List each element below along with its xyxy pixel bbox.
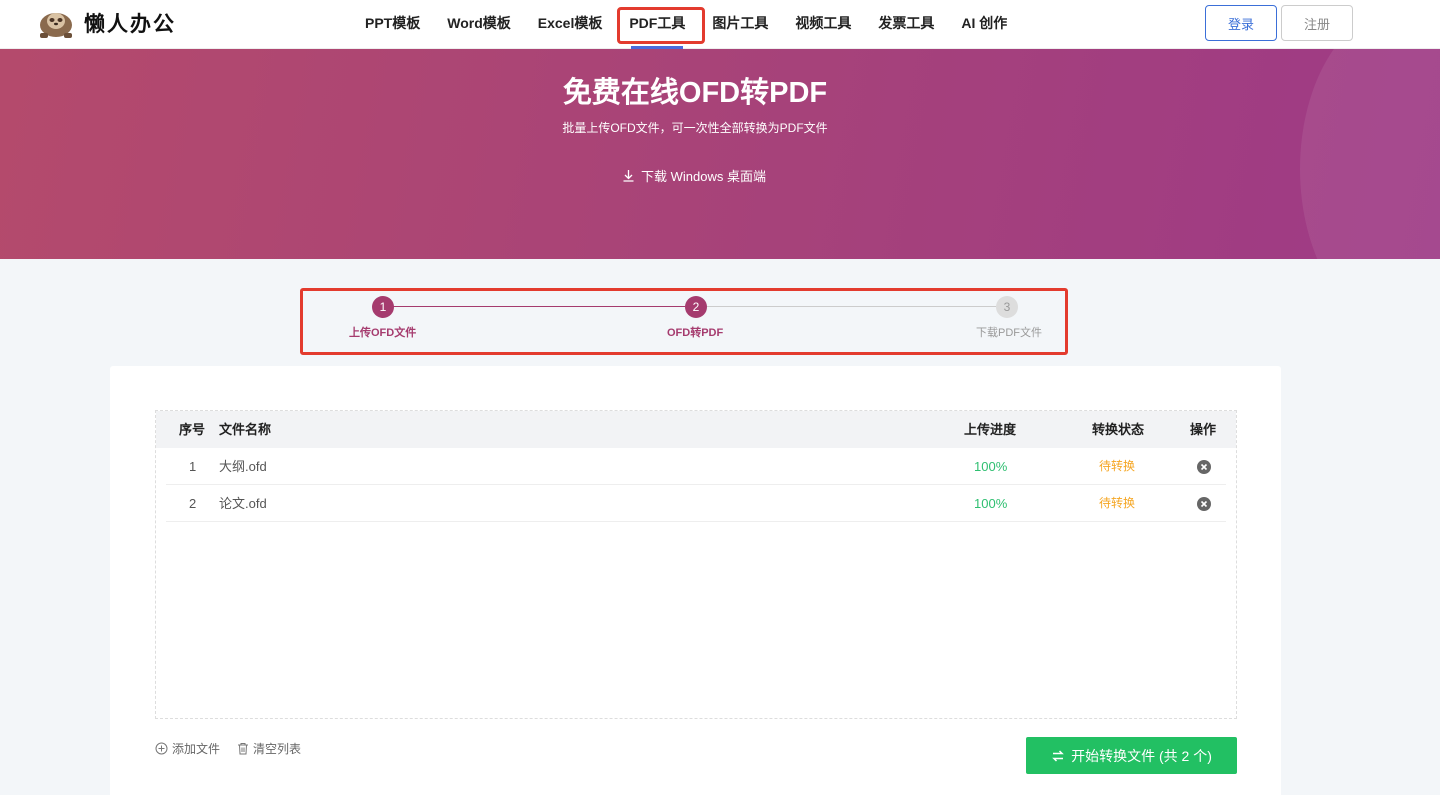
th-index: 序号 [179, 422, 206, 437]
row-upload-progress: 100% [974, 496, 1008, 511]
th-upload-progress: 上传进度 [964, 422, 1017, 437]
clear-list-label: 清空列表 [253, 742, 302, 756]
row-filename: 大纲.ofd [219, 459, 267, 474]
nav-word-templates[interactable]: Word模板 [447, 0, 511, 49]
th-actions: 操作 [1190, 422, 1217, 437]
register-button[interactable]: 注册 [1281, 5, 1353, 41]
step-2-label: OFD转PDF [667, 327, 724, 339]
nav-ppt-templates[interactable]: PPT模板 [365, 0, 420, 49]
table-header: 序号 文件名称 上传进度 转换状态 操作 [156, 411, 1236, 448]
nav-invoice-tools[interactable]: 发票工具 [878, 0, 934, 49]
step-connector-2-3 [706, 306, 996, 307]
download-icon [623, 170, 634, 182]
start-convert-label: 开始转换文件 (共 2 个) [1071, 747, 1212, 764]
table-row: 2 论文.ofd 100% 待转换 [166, 485, 1226, 522]
step-3-label: 下载PDF文件 [976, 327, 1042, 339]
trash-icon [238, 743, 248, 755]
clear-list-button[interactable]: 清空列表 [237, 740, 301, 757]
step-1-label: 上传OFD文件 [349, 327, 417, 339]
top-header: 懒人办公 PPT模板 Word模板 Excel模板 PDF工具 图片工具 视频工… [0, 0, 1440, 49]
logo[interactable]: 懒人办公 [36, 7, 176, 39]
download-desktop-link[interactable]: 下载 Windows 桌面端 [622, 166, 766, 185]
sloth-logo-icon [40, 13, 72, 38]
page-subtitle: 批量上传OFD文件，可一次性全部转换为PDF文件 [562, 121, 828, 135]
row-convert-status: 待转换 [1099, 496, 1136, 510]
swap-arrows-icon [1052, 749, 1064, 762]
login-button[interactable]: 登录 [1205, 5, 1277, 41]
step-3-circle: 3 [996, 296, 1018, 318]
nav-pdf-tools[interactable]: PDF工具 [629, 0, 685, 49]
add-file-button[interactable]: 添加文件 [155, 740, 220, 757]
row-upload-progress: 100% [974, 459, 1008, 474]
page-title: 免费在线OFD转PDF [562, 77, 828, 109]
row-index: 2 [189, 496, 197, 511]
step-connector-1-2 [393, 306, 685, 307]
th-filename: 文件名称 [219, 422, 272, 437]
step-1-circle: 1 [372, 296, 394, 318]
nav-video-tools[interactable]: 视频工具 [795, 0, 851, 49]
hero-banner: 免费在线OFD转PDF 批量上传OFD文件，可一次性全部转换为PDF文件 下载 … [0, 49, 1440, 259]
logo-text: 懒人办公 [84, 13, 176, 36]
file-table: 序号 文件名称 上传进度 转换状态 操作 1 大纲.ofd 100% 待转换 2… [155, 410, 1237, 719]
th-convert-status: 转换状态 [1092, 422, 1145, 437]
remove-file-icon[interactable] [1197, 460, 1211, 474]
nav-excel-templates[interactable]: Excel模板 [538, 0, 603, 49]
table-row: 1 大纲.ofd 100% 待转换 [166, 448, 1226, 485]
start-convert-button[interactable]: 开始转换文件 (共 2 个) [1026, 737, 1237, 774]
remove-file-icon[interactable] [1197, 497, 1211, 511]
nav-ai-create[interactable]: AI 创作 [961, 0, 1007, 49]
row-convert-status: 待转换 [1099, 459, 1136, 473]
nav-image-tools[interactable]: 图片工具 [712, 0, 768, 49]
add-file-label: 添加文件 [172, 742, 221, 756]
download-desktop-label: 下载 Windows 桌面端 [641, 169, 766, 184]
main-nav: PPT模板 Word模板 Excel模板 PDF工具 图片工具 视频工具 发票工… [365, 0, 1034, 49]
row-index: 1 [189, 459, 197, 474]
step-2-circle: 2 [685, 296, 707, 318]
plus-circle-icon [155, 742, 168, 755]
row-filename: 论文.ofd [219, 496, 267, 511]
steps-highlight-box [300, 288, 1068, 355]
